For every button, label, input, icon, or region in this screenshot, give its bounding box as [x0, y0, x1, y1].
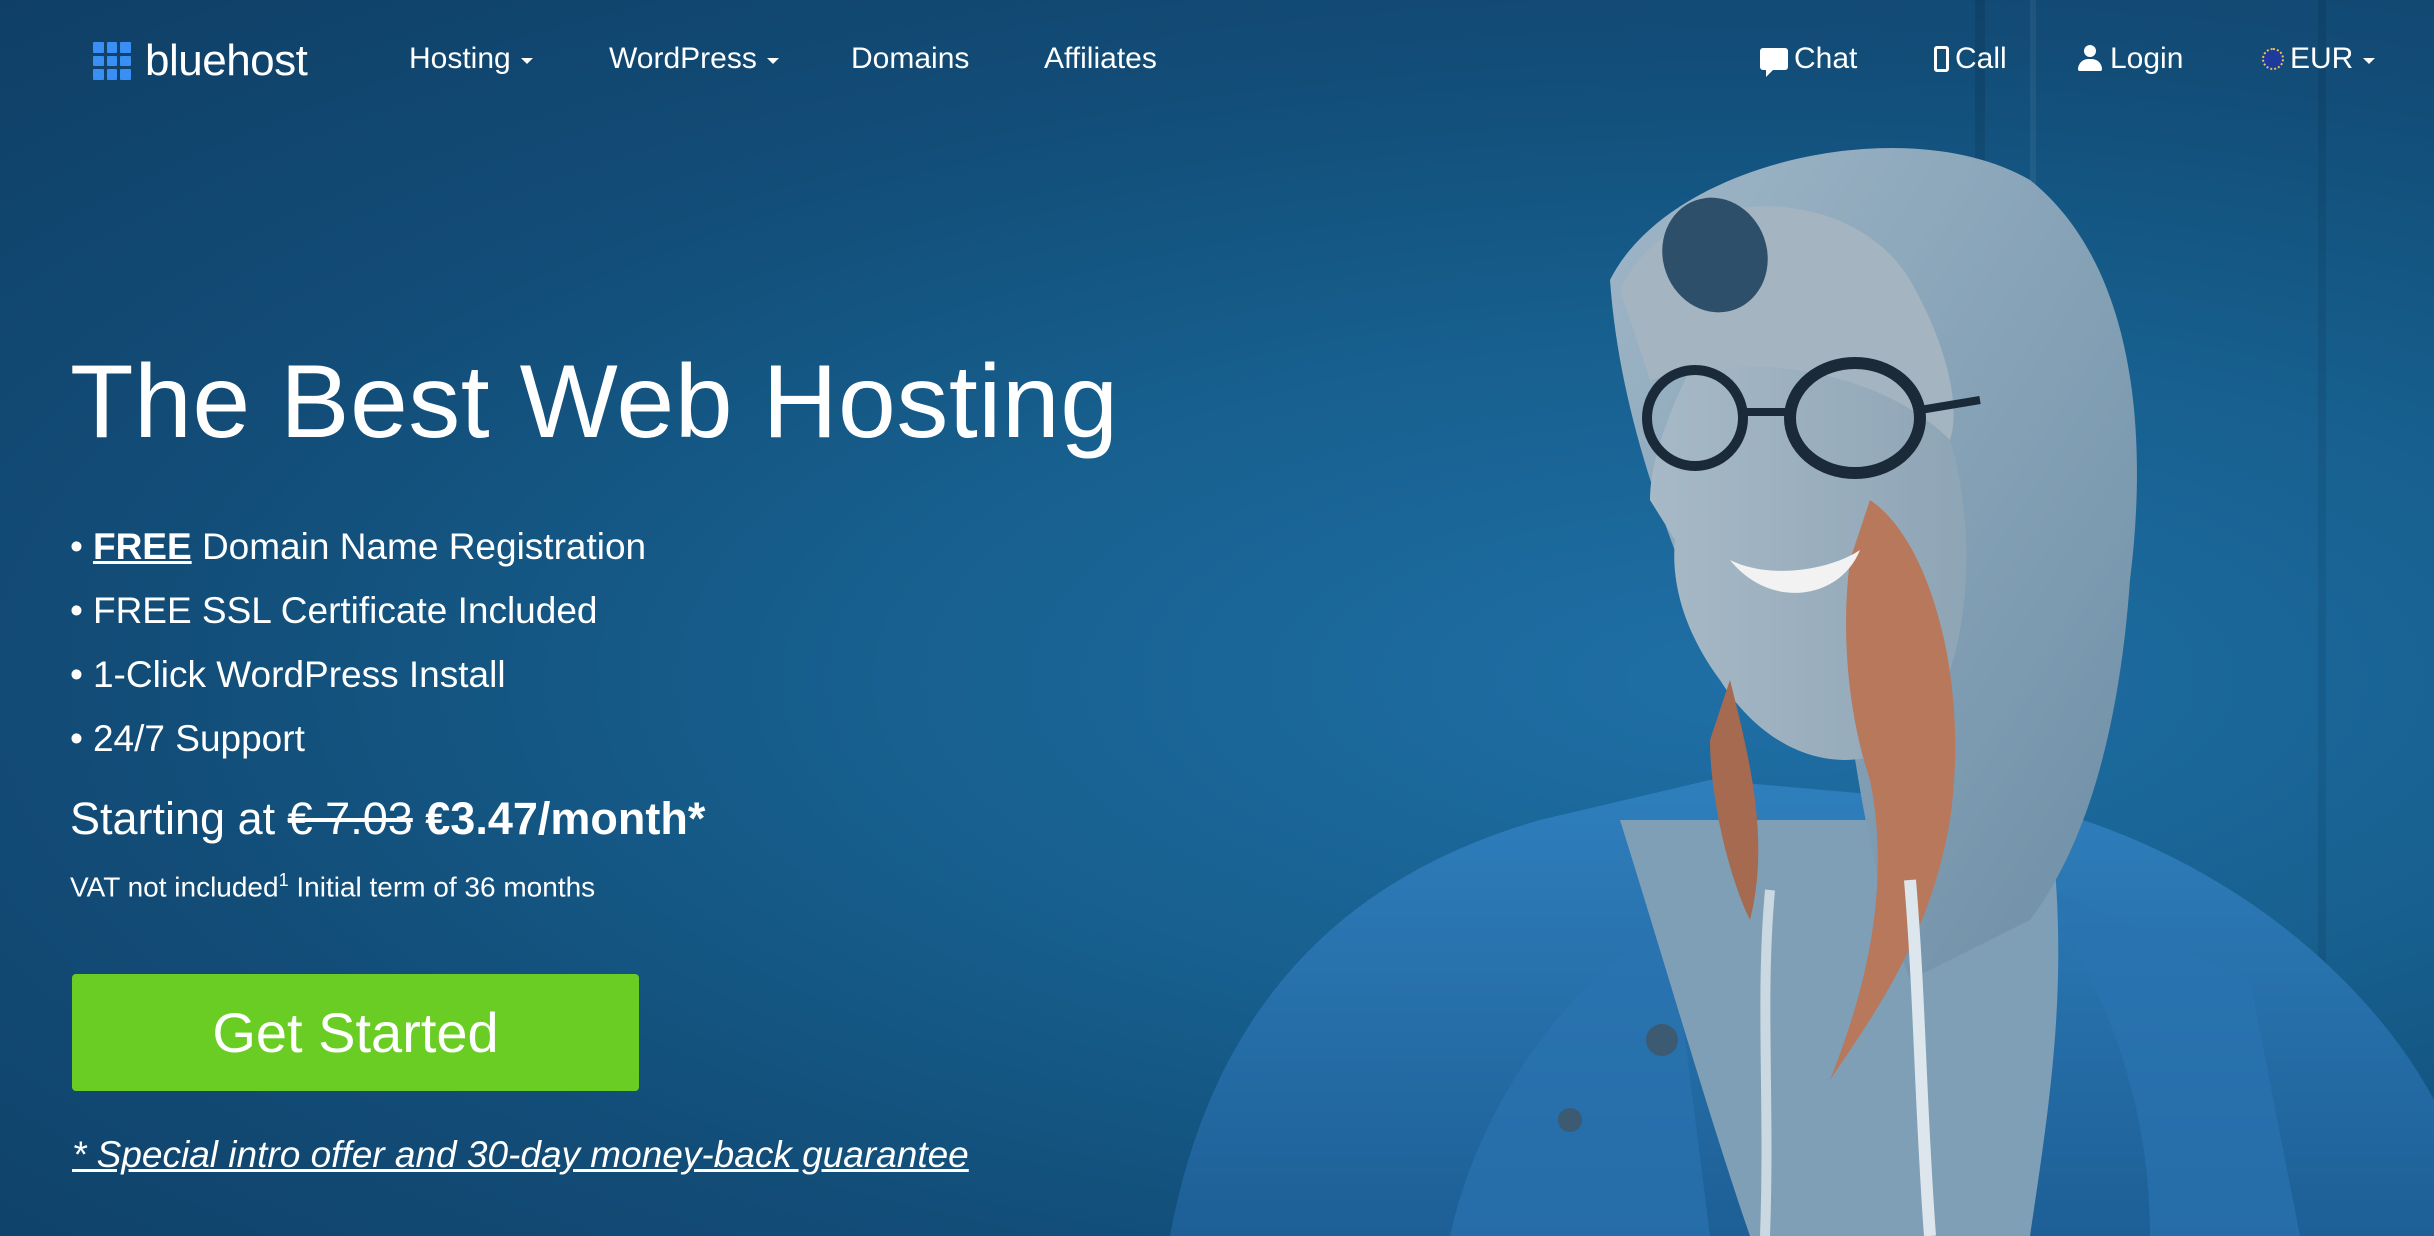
bluehost-logo[interactable]: bluehost: [93, 36, 308, 86]
login-label: Login: [2110, 42, 2184, 75]
nav-affiliates-label: Affiliates: [1044, 42, 1157, 75]
hero-title: The Best Web Hosting: [70, 344, 1119, 460]
list-item: • 24/7 Support: [70, 707, 646, 771]
list-item: • FREE Domain Name Registration: [70, 515, 646, 579]
nav-hosting-label: Hosting: [409, 42, 511, 75]
price-prefix: Starting at: [70, 793, 276, 844]
logo-text: bluehost: [145, 36, 308, 85]
price-line: Starting at € 7.03 €3.47/month*: [70, 790, 705, 848]
footnote-marker: 1: [278, 870, 289, 890]
hero-photo: [1170, 148, 2434, 1236]
user-icon: [2076, 45, 2104, 73]
chat-label: Chat: [1794, 42, 1858, 75]
nav-hosting[interactable]: Hosting: [409, 40, 533, 78]
free-domain-highlight[interactable]: FREE: [93, 526, 192, 567]
list-item: • FREE SSL Certificate Included: [70, 579, 646, 643]
nav-wordpress-label: WordPress: [609, 42, 757, 75]
feature-text: 24/7 Support: [92, 718, 305, 759]
bullet-dot: •: [70, 654, 83, 695]
chevron-down-icon: [520, 58, 533, 64]
list-item: • 1-Click WordPress Install: [70, 643, 646, 707]
feature-text: 1-Click WordPress Install: [92, 654, 506, 695]
top-navigation: bluehost Hosting WordPress Domains Affil…: [0, 0, 2434, 120]
chevron-down-icon: [766, 58, 779, 64]
call-link[interactable]: Call: [1934, 40, 2007, 78]
grid-logo-icon: [93, 42, 131, 80]
chevron-down-icon: [2363, 58, 2376, 64]
bullet-dot: •: [70, 718, 83, 759]
nav-domains[interactable]: Domains: [851, 40, 969, 78]
get-started-button[interactable]: Get Started: [72, 974, 639, 1091]
chat-link[interactable]: Chat: [1760, 40, 1857, 78]
vat-note: VAT not included1 Initial term of 36 mon…: [70, 862, 595, 905]
old-price: € 7.03: [287, 793, 413, 844]
nav-domains-label: Domains: [851, 42, 970, 75]
chat-icon: [1760, 48, 1788, 77]
currency-selector[interactable]: EUR: [2262, 40, 2376, 78]
currency-label: EUR: [2290, 42, 2354, 75]
vat-text: VAT not included: [70, 871, 279, 903]
new-price: €3.47/month*: [425, 793, 706, 844]
bullet-dot: •: [70, 590, 83, 631]
call-label: Call: [1955, 42, 2007, 75]
eu-flag-icon: [2262, 48, 2284, 70]
nav-affiliates[interactable]: Affiliates: [1044, 40, 1157, 78]
phone-icon: [1934, 46, 1949, 72]
login-link[interactable]: Login: [2076, 40, 2183, 78]
bullet-dot: •: [70, 526, 83, 567]
feature-list: • FREE Domain Name Registration • FREE SSL…: [70, 515, 646, 771]
feature-text: FREE SSL Certificate Included: [92, 590, 598, 631]
term-text: Initial term of 36 months: [296, 871, 596, 903]
nav-wordpress[interactable]: WordPress: [609, 40, 779, 78]
offer-guarantee-link[interactable]: * Special intro offer and 30-day money-b…: [72, 1132, 969, 1178]
feature-text: Domain Name Registration: [201, 526, 647, 567]
